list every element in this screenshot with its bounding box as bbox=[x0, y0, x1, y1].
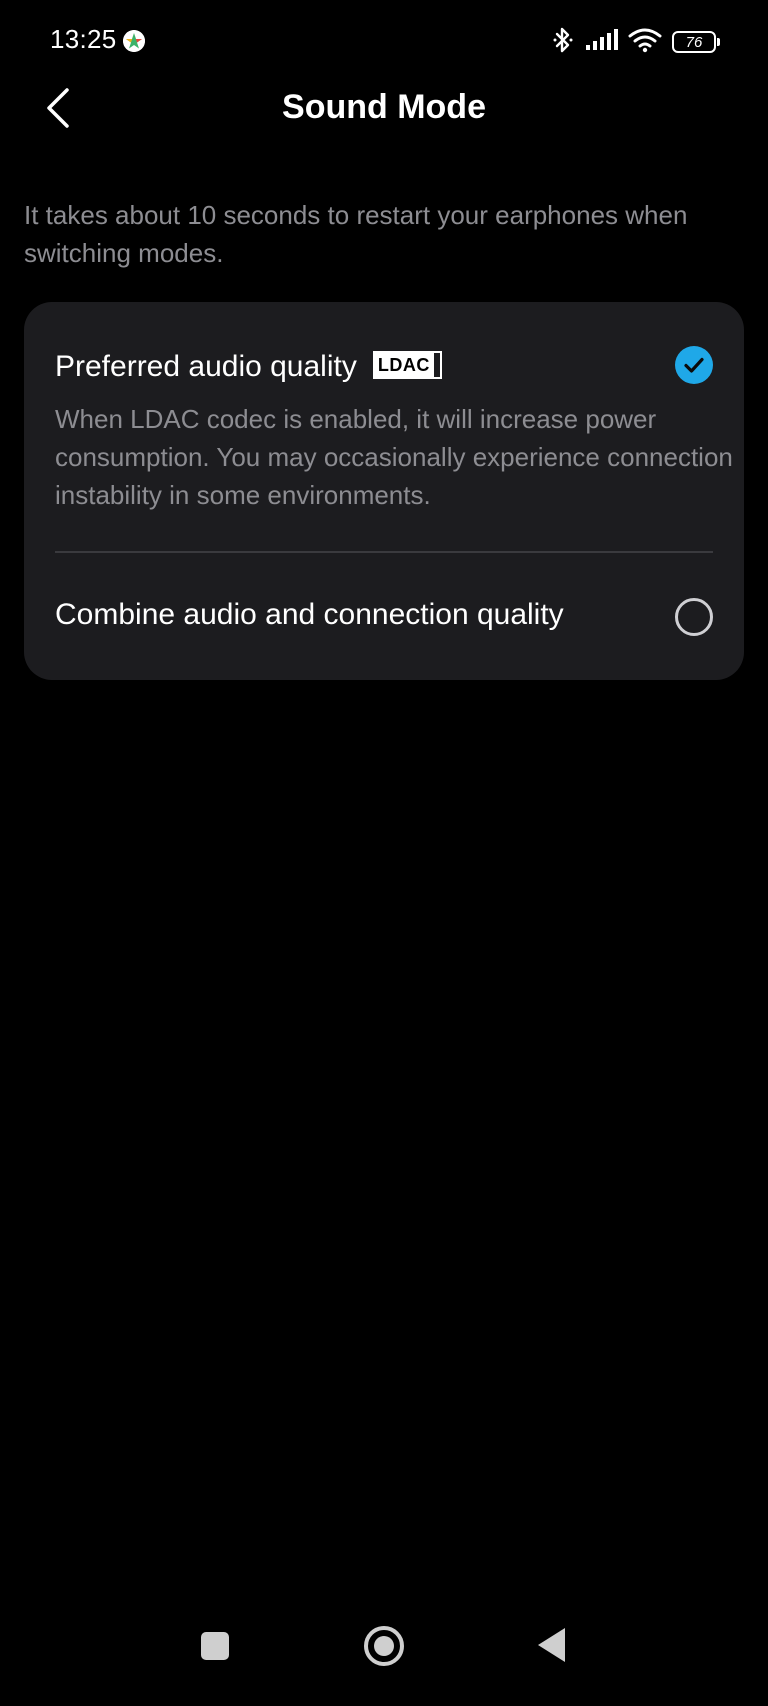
ldac-badge: LDAC bbox=[372, 351, 442, 380]
option-preferred-audio-quality[interactable]: Preferred audio quality LDAC When LDAC co… bbox=[24, 302, 744, 552]
option-description: When LDAC codec is enabled, it will incr… bbox=[55, 404, 733, 510]
checkmark-icon bbox=[684, 357, 704, 373]
system-nav-bar bbox=[0, 1610, 768, 1706]
battery-icon: 76 bbox=[672, 31, 720, 53]
wifi-icon bbox=[628, 27, 662, 58]
option-title: Preferred audio quality LDAC bbox=[55, 350, 442, 384]
recents-icon[interactable] bbox=[201, 1632, 229, 1660]
app-notification-icon bbox=[123, 30, 145, 52]
option-title-text: Preferred audio quality bbox=[55, 350, 357, 383]
option-combine-audio-connection[interactable]: Combine audio and connection quality bbox=[24, 552, 744, 680]
option-title-text: Combine audio and connection quality bbox=[55, 598, 564, 631]
back-triangle-icon[interactable] bbox=[538, 1628, 565, 1662]
header: Sound Mode bbox=[0, 84, 768, 184]
battery-level: 76 bbox=[685, 33, 703, 51]
restart-hint: It takes about 10 seconds to restart you… bbox=[24, 200, 688, 268]
status-time: 13:25 bbox=[50, 24, 117, 54]
radio-unchecked[interactable] bbox=[675, 598, 713, 636]
status-bar: 13:25 76 bbox=[0, 0, 768, 84]
bluetooth-icon bbox=[552, 26, 574, 59]
radio-checked[interactable] bbox=[675, 346, 713, 384]
home-icon[interactable] bbox=[364, 1626, 404, 1666]
page-title: Sound Mode bbox=[282, 88, 486, 126]
status-icons: 76 bbox=[552, 26, 720, 59]
signal-icon bbox=[584, 28, 618, 57]
sound-mode-card: Preferred audio quality LDAC When LDAC co… bbox=[24, 302, 744, 680]
